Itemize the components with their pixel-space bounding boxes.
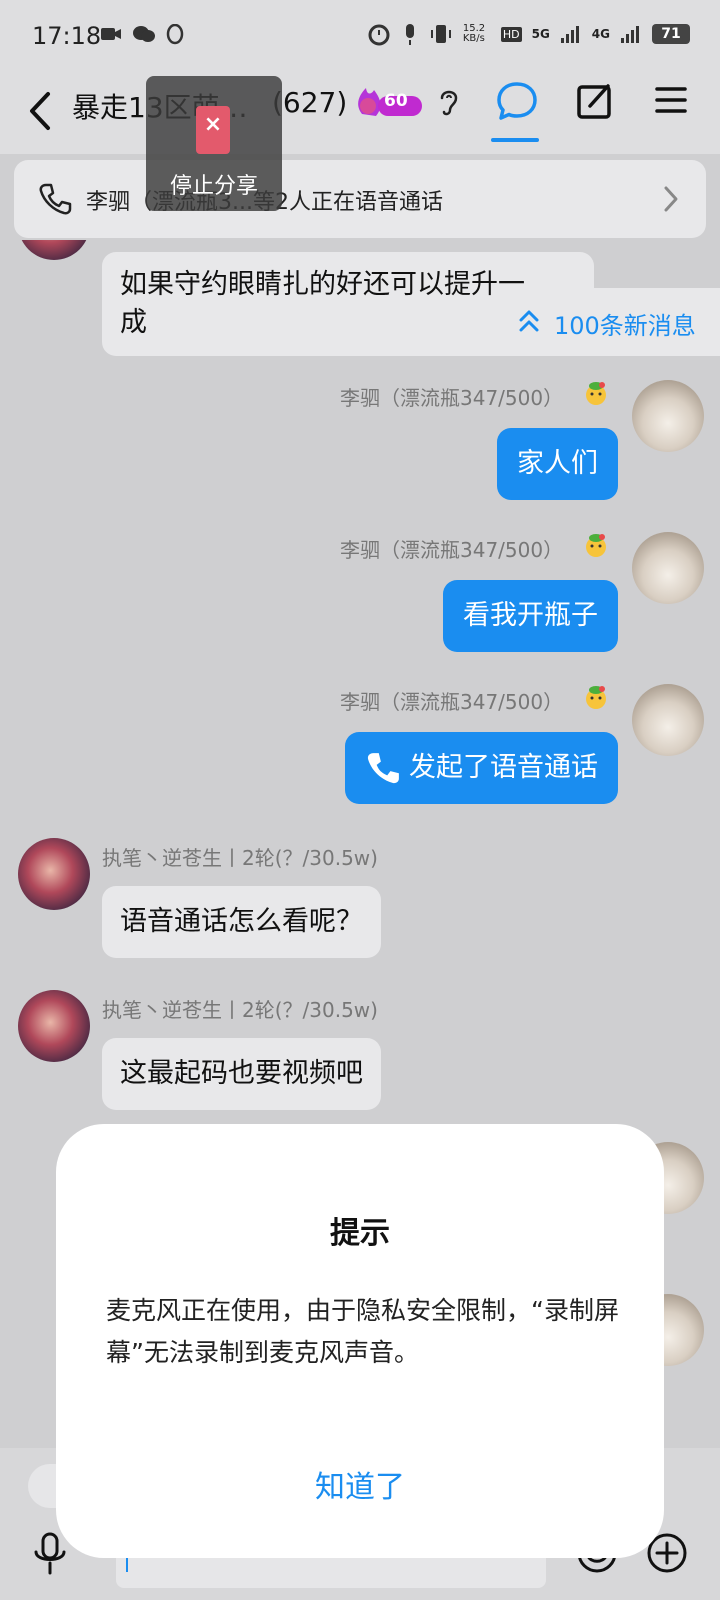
hd-badge: HD [500,26,522,42]
stop-share-button[interactable]: × 停止分享 [146,76,282,211]
voice-call-banner[interactable]: 李驷（漂流瓶3...等2人正在语音通话 [14,160,706,238]
sender-name: 执笔丶逆苍生丨2轮(？/30.5w) [102,846,378,870]
stop-share-icon: × [196,106,230,154]
avatar[interactable] [632,380,704,452]
sender-name: 李驷（漂流瓶347/500） [340,538,564,562]
message-bubble[interactable]: 这最起码也要视频吧 [102,1038,381,1110]
flower-emoji-icon [586,686,606,709]
edit-icon[interactable] [576,82,614,120]
status-time: 17:18 [32,22,102,50]
sender-name: 李驷（漂流瓶347/500） [340,386,564,410]
new-messages-label: 100条新消息 [554,312,696,340]
sender-name: 李驷（漂流瓶347/500） [340,690,564,714]
status-right-icons: 15.2 KB/s HD 5G 4G 71 [367,22,690,46]
flower-emoji-icon [586,382,606,405]
member-count: (627) [272,86,348,119]
double-chevron-up-icon [519,310,539,332]
avatar[interactable] [632,684,704,756]
message-bubble[interactable]: 语音通话怎么看呢？ [102,886,381,958]
message-bubble[interactable]: 家人们 [497,428,618,500]
chat-bubble-icon[interactable] [495,80,539,124]
avatar[interactable] [632,532,704,604]
signal-4g: 4G [591,27,610,41]
signal-5g: 5G [531,27,550,41]
back-arrow-icon[interactable] [22,86,62,136]
menu-icon[interactable] [654,84,688,116]
qq-icon [164,23,186,45]
alarm-icon [368,24,390,46]
dialog-message: 麦克风正在使用，由于隐私安全限制，“录制屏幕”无法录制到麦克风声音。 [106,1296,619,1367]
group-level-value: 60 [384,91,408,111]
vibrate-icon [430,25,451,43]
sender-name: 执笔丶逆苍生丨2轮(？/30.5w) [102,998,378,1022]
wechat-icon [132,24,155,44]
alert-dialog: 提示 麦克风正在使用，由于隐私安全限制，“录制屏幕”无法录制到麦克风声音。 知道… [56,1124,664,1558]
net-speed: 15.2 KB/s [462,23,486,44]
ear-icon[interactable] [437,86,461,118]
message-bubble[interactable]: 看我开瓶子 [443,580,618,652]
battery-indicator: 71 [652,24,690,44]
signal-icon [560,26,579,43]
signal-icon-2 [621,26,639,43]
status-bar: 17:18 15.2 KB/s HD 5G 4G 71 [0,0,720,72]
voice-call-message-text: 发起了语音通话 [409,752,598,783]
active-tab-indicator [491,138,539,142]
voice-call-message[interactable]: 发起了语音通话 [345,732,618,804]
status-left-icons [100,23,186,45]
stop-share-label: 停止分享 [169,174,258,199]
phone-icon [367,753,399,784]
avatar[interactable] [18,838,90,910]
chat-header: 暴走13区萌… (627) 60 [0,72,720,154]
new-messages-button[interactable]: 100条新消息 [494,288,720,356]
flower-emoji-icon [586,534,606,557]
chevron-right-icon [664,186,678,212]
phone-icon [39,183,72,215]
video-icon [100,24,122,44]
microphone-icon[interactable] [32,1532,68,1576]
dialog-title: 提示 [330,1216,390,1251]
mic-status-icon [405,24,414,45]
group-level-badge[interactable]: 60 [354,84,424,120]
avatar[interactable] [18,990,90,1062]
dialog-ok-button[interactable]: 知道了 [56,1462,664,1506]
